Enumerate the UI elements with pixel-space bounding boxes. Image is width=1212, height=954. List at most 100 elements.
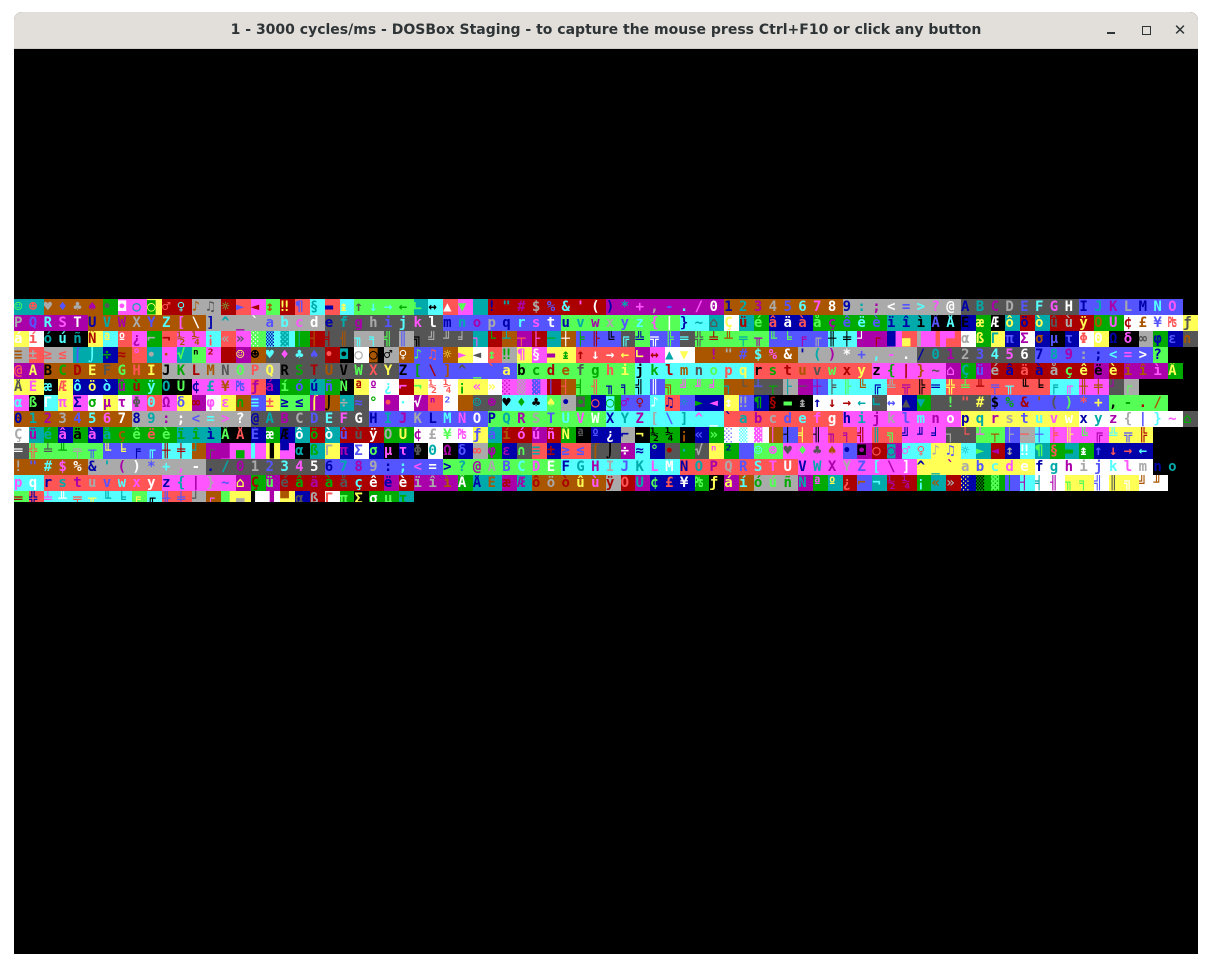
screen-cell: d [783,411,799,427]
screen-cell: u [1034,411,1050,427]
screen-cell: ] [206,315,222,331]
screen-cell: ↕ [265,299,281,315]
screen-cell: [ [176,315,192,331]
screen-cell: ╣ [857,427,873,443]
screen-cell: ╥ [753,331,769,347]
screen-cell: ◄ [250,299,266,315]
screen-cell: ë [857,315,873,331]
screen-cell: ì [1153,363,1169,379]
screen-cell: , [1108,395,1124,411]
screen-cell: H [132,363,148,379]
screen-cell: ╦ [1123,427,1139,443]
screen-cell: ╒ [132,491,148,502]
screen-cell: X [132,315,148,331]
screen-cell: ì [443,475,458,491]
screen-cell: ☺ [753,443,769,459]
screen-cell: ; [1094,347,1109,363]
screen-cell: ± [546,443,562,459]
screen-cell: B [975,299,991,315]
screen-cell: Θ [1094,331,1109,347]
screen-cell: ê [132,427,148,443]
screen-cell: ≈ [117,347,133,363]
screen-cell: Ω [1108,331,1124,347]
screen-cell: s [58,475,74,491]
screen-cell: [ [650,411,666,427]
screen-cell: µ [383,443,399,459]
screen-cell: ┬ [768,379,784,395]
screen-cell: ♥ [783,443,799,459]
screen-cell: J [398,411,414,427]
screen-cell: ♫ [428,347,444,363]
screen-cell: ╜ [694,379,710,395]
screen-cell: Ñ [339,379,355,395]
screen-cell: ↔ [650,347,666,363]
screen-cell: Φ [1079,331,1095,347]
screen-cell: ╢ [1049,475,1065,491]
screen-cell: ╞ [576,331,592,347]
screen-cell: ¶ [753,395,769,411]
screen-cell: ï [1123,363,1139,379]
minimize-button[interactable] [1099,18,1123,42]
screen-cell: l [428,315,444,331]
screen-cell: σ [87,395,103,411]
screen-cell: └ [739,379,754,395]
screen-cell: ← [857,395,873,411]
screen-cell: ù [1064,315,1080,331]
screen-cell: * [620,299,636,315]
screen-cell: < [413,459,429,475]
screen-cell: e [1020,459,1035,475]
screen-cell: ( [813,347,828,363]
screen-cell: ¡ [206,331,222,347]
screen-cell: ¿ [842,475,858,491]
screen-row: ≡ ± ≥ ≤ ⌠ ⌡ ÷ ≈ ° ∙ · √ ⁿ ² ☺ ☻ ♥ ♦ ♣ ♠ • ◘ ○ ◙ ♂ ♀ ♪ ♫ ☼ ► ◄ ↕ ‼ ¶ § ▬ ↨ ↑ ↓… [14,347,1198,363]
maximize-button[interactable] [1134,18,1158,42]
screen-cell: c [990,459,1006,475]
screen-cell: | [665,315,680,331]
screen-cell: b [280,315,296,331]
screen-cell: V [102,315,118,331]
screen-cell: ═ [679,331,695,347]
screen-cell: ╚ [605,331,621,347]
screen-cell: A [961,299,976,315]
screen-cell: ↓ [369,299,384,315]
screen-cell: Σ [354,491,370,502]
screen-cell: g [354,315,370,331]
screen-cell: ^ [457,363,473,379]
screen-cell: → [1123,443,1139,459]
screen-cell: ) [605,299,621,315]
screen-cell: º [591,427,606,443]
screen-cell: Z [857,459,873,475]
screen-cell: o [709,363,725,379]
title-bar[interactable]: 1 - 3000 cycles/ms - DOSBox Staging - to… [14,12,1198,49]
screen-cell: δ [1123,331,1139,347]
screen-cell: i [383,315,399,331]
screen-cell: ▀ [280,491,296,502]
screen-cell: û [1049,315,1065,331]
screen-cell: ▄ [901,331,917,347]
screen-cell: B [502,459,518,475]
screen-cell: { [1123,411,1139,427]
screen-cell: 1 [250,459,266,475]
screen-cell: D [1005,299,1021,315]
screen-cell: î [1138,363,1154,379]
maximize-icon [1141,25,1151,35]
screen-cell: ┤ [783,427,799,443]
screen-cell: C [295,411,310,427]
screen-cell: α [295,491,310,502]
screen-cell: è [872,315,888,331]
close-button[interactable]: ✕ [1168,18,1192,42]
screen-cell: ë [383,475,399,491]
screen-cell: ú [58,331,74,347]
screen-cell: á [724,475,740,491]
screen-cell: x [1079,411,1095,427]
dos-screen[interactable]: ☺ ☻ ♥ ♦ ♣ ♠ • ◘ ○ ◙ ♂ ♀ ♪ ♫ ☼ ► ◄ ↕ ‼ ¶ § ▬ ↨ ↑ ↓ → ← ∟ ↔ ▲ ▼ ! " # $% & '(… [14,49,1198,954]
screen-cell: ☻ [28,299,44,315]
screen-cell: ╟ [1064,427,1080,443]
screen-cell: s [768,363,784,379]
screen-cell: â [295,475,310,491]
screen-cell: d [309,315,325,331]
screen-cell: q [975,411,991,427]
screen-cell: ú [531,427,547,443]
screen-cell: ⁿ [709,443,725,459]
screen-cell: ┼ [1034,427,1050,443]
